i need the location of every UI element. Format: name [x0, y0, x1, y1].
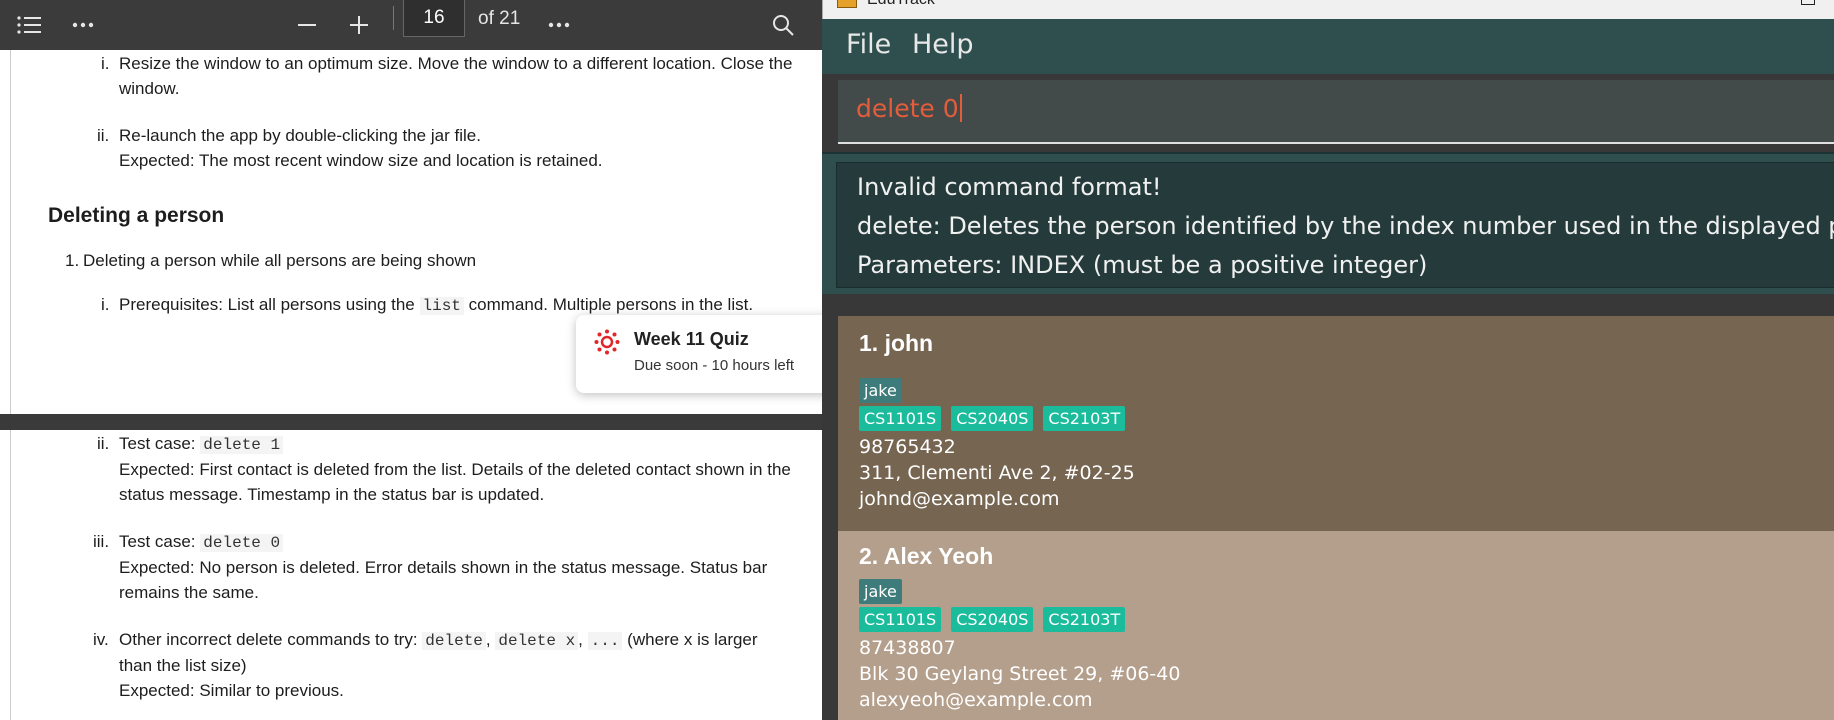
window-titlebar[interactable]: EduTrack — [822, 0, 1834, 19]
app-icon — [837, 0, 857, 8]
result-area: Invalid command format! delete: Deletes … — [822, 152, 1834, 294]
maximize-icon[interactable] — [1801, 0, 1815, 5]
module-tag: CS2103T — [1043, 406, 1126, 431]
inline-code: list — [419, 297, 464, 315]
inline-code: delete x — [495, 632, 579, 650]
person-address: Blk 30 Geylang Street 29, #06-40 — [859, 663, 1181, 685]
window-title: EduTrack — [867, 0, 935, 9]
text-span: Test case: — [119, 434, 196, 453]
person-phone: 98765432 — [859, 436, 956, 458]
zoom-out-icon[interactable] — [290, 8, 324, 42]
person-card[interactable]: 2. Alex Yeoh jake CS1101S CS2040S CS2103… — [838, 531, 1834, 720]
paragraph-line: Resize the window to an optimum size. Mo… — [119, 54, 793, 73]
text-span: Prerequisites: List all persons using th… — [119, 295, 415, 314]
person-name: 1. john — [859, 330, 934, 356]
module-tag: CS2040S — [951, 607, 1034, 632]
inline-code: delete 1 — [200, 436, 284, 454]
module-tags: CS1101S CS2040S CS2103T — [859, 607, 1126, 632]
inline-code: delete — [422, 632, 486, 650]
list-marker: ii. — [97, 126, 110, 145]
person-name: 2. Alex Yeoh — [859, 543, 994, 569]
list-marker: iii. — [93, 532, 110, 551]
module-tag: CS2103T — [1043, 607, 1126, 632]
notification-toast[interactable]: Week 11 Quiz Due soon - 10 hours left — [576, 315, 822, 393]
module-tag: CS2040S — [951, 406, 1034, 431]
menu-bar: File Help — [822, 19, 1834, 74]
module-tag: CS1101S — [859, 607, 942, 632]
canvas-logo-icon — [594, 329, 620, 355]
paragraph-line: window. — [119, 79, 180, 98]
paragraph-line: Re-launch the app by double-clicking the… — [119, 126, 481, 145]
paragraph-line: Expected: No person is deleted. Error de… — [119, 558, 768, 577]
name-tags: jake — [859, 579, 902, 604]
paragraph-line: than the list size) — [119, 656, 247, 675]
search-icon[interactable] — [766, 8, 800, 42]
paragraph-line: status message. Timestamp in the status … — [119, 485, 545, 504]
text-span: Other incorrect delete commands to try: — [119, 630, 418, 649]
pdf-page: ii. Test case: delete 1 Expected: First … — [10, 430, 822, 720]
more-icon[interactable] — [66, 8, 100, 42]
person-address: 311, Clementi Ave 2, #02-25 — [859, 462, 1135, 484]
page-count-label: of 21 — [478, 8, 521, 29]
contents-icon[interactable] — [12, 8, 46, 42]
person-email: johnd@example.com — [859, 488, 1060, 510]
command-value: delete 0 — [856, 94, 959, 123]
tag: jake — [859, 378, 902, 403]
list-marker: 1. — [65, 251, 80, 270]
toast-subtitle: Due soon - 10 hours left — [634, 357, 795, 374]
text-caret — [959, 94, 962, 122]
name-tags: jake — [859, 378, 902, 403]
toolbar-divider — [393, 6, 394, 30]
section-heading: Deleting a person — [48, 204, 225, 227]
tag: jake — [859, 579, 902, 604]
module-tag: CS1101S — [859, 406, 942, 431]
result-display: Invalid command format! delete: Deletes … — [836, 162, 1834, 288]
result-line: delete: Deletes the person identified by… — [857, 212, 1834, 240]
paragraph-line: Expected: Similar to previous. — [119, 681, 344, 700]
paragraph-line: Test case: delete 0 — [119, 529, 284, 556]
menu-help[interactable]: Help — [912, 29, 974, 60]
menu-file[interactable]: File — [846, 29, 891, 60]
paragraph-line: Other incorrect delete commands to try: … — [119, 630, 758, 650]
result-line: Parameters: INDEX (must be a positive in… — [857, 251, 1428, 279]
result-line: Invalid command format! — [857, 173, 1162, 201]
app-window: EduTrack File Help delete 0 Invalid comm… — [822, 0, 1834, 720]
list-marker: i. — [101, 54, 110, 73]
text-span: command. Multiple persons in the list. — [468, 295, 754, 314]
module-tags: CS1101S CS2040S CS2103T — [859, 406, 1126, 431]
list-marker: iv. — [93, 630, 109, 649]
text-span: (where x is larger — [627, 630, 758, 649]
zoom-in-icon[interactable] — [342, 8, 376, 42]
page-separator — [0, 414, 822, 430]
pdf-viewer: 16 of 21 i. Resize the window to an opti… — [0, 0, 822, 720]
pdf-toolbar: 16 of 21 — [0, 0, 822, 50]
list-marker: i. — [101, 295, 110, 314]
person-email: alexyeoh@example.com — [859, 689, 1093, 711]
paragraph-line: Deleting a person while all persons are … — [83, 251, 477, 270]
command-input[interactable]: delete 0 — [838, 80, 1834, 144]
paragraph-line: remains the same. — [119, 583, 259, 602]
page-number-input[interactable]: 16 — [403, 0, 465, 37]
paragraph-line: Expected: The most recent window size an… — [119, 151, 603, 170]
person-phone: 87438807 — [859, 637, 956, 659]
text-span: Test case: — [119, 532, 196, 551]
paragraph-line: Test case: delete 1 — [119, 431, 284, 458]
person-list: 1. john jake CS1101S CS2040S CS2103T 987… — [822, 300, 1834, 720]
inline-code: ... — [587, 632, 623, 650]
person-card[interactable]: 1. john jake CS1101S CS2040S CS2103T 987… — [838, 316, 1834, 531]
list-marker: ii. — [97, 434, 110, 453]
command-text: delete 0 — [856, 94, 962, 123]
inline-code: delete 0 — [200, 534, 284, 552]
paragraph-line: Expected: First contact is deleted from … — [119, 460, 791, 479]
toast-title: Week 11 Quiz — [634, 329, 749, 349]
command-area: delete 0 — [822, 74, 1834, 152]
more-icon[interactable] — [542, 8, 576, 42]
